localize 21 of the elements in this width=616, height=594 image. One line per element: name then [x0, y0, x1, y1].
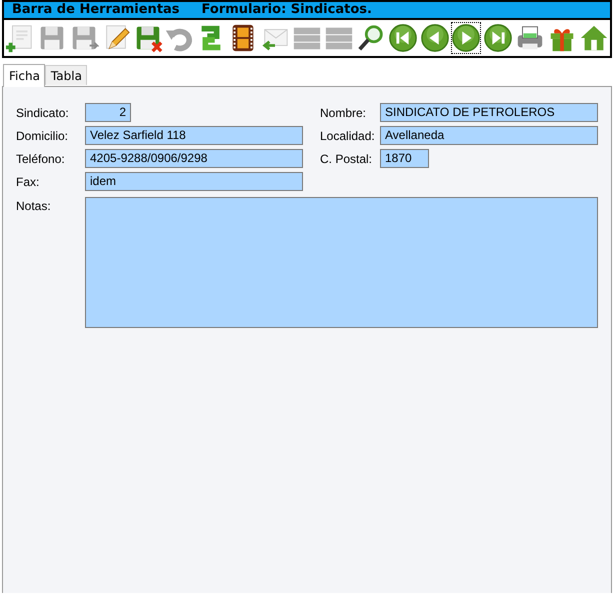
field-label: C. Postal: [320, 152, 374, 166]
field-label: Teléfono: [16, 152, 66, 166]
input-field[interactable]: 2 [85, 103, 131, 122]
tab[interactable]: Ficha [3, 64, 45, 87]
field-label: Nombre: [320, 106, 368, 120]
toolbar-title: Barra de Herramientas [12, 2, 180, 18]
field-label: Localidad: [320, 128, 376, 142]
field-label: Sindicato: [16, 106, 70, 120]
field-label: Domicilio: [16, 128, 70, 142]
input-field[interactable]: Velez Sarfield 118 [85, 126, 303, 145]
field-label: Notas: [16, 199, 52, 213]
toolbar-button[interactable] [450, 21, 482, 55]
input-field[interactable]: SINDICATO DE PETROLEROS [380, 103, 598, 122]
notes-field[interactable] [85, 197, 598, 328]
form-title: Formulario: Sindicatos. [202, 2, 372, 18]
input-field[interactable]: 4205-9288/0906/9298 [85, 149, 303, 168]
input-field[interactable]: 1870 [380, 149, 429, 168]
input-field[interactable]: idem [85, 172, 303, 191]
input-field[interactable]: Avellaneda [380, 126, 598, 145]
field-label: Fax: [16, 174, 40, 188]
tab[interactable]: Tabla [44, 65, 87, 85]
